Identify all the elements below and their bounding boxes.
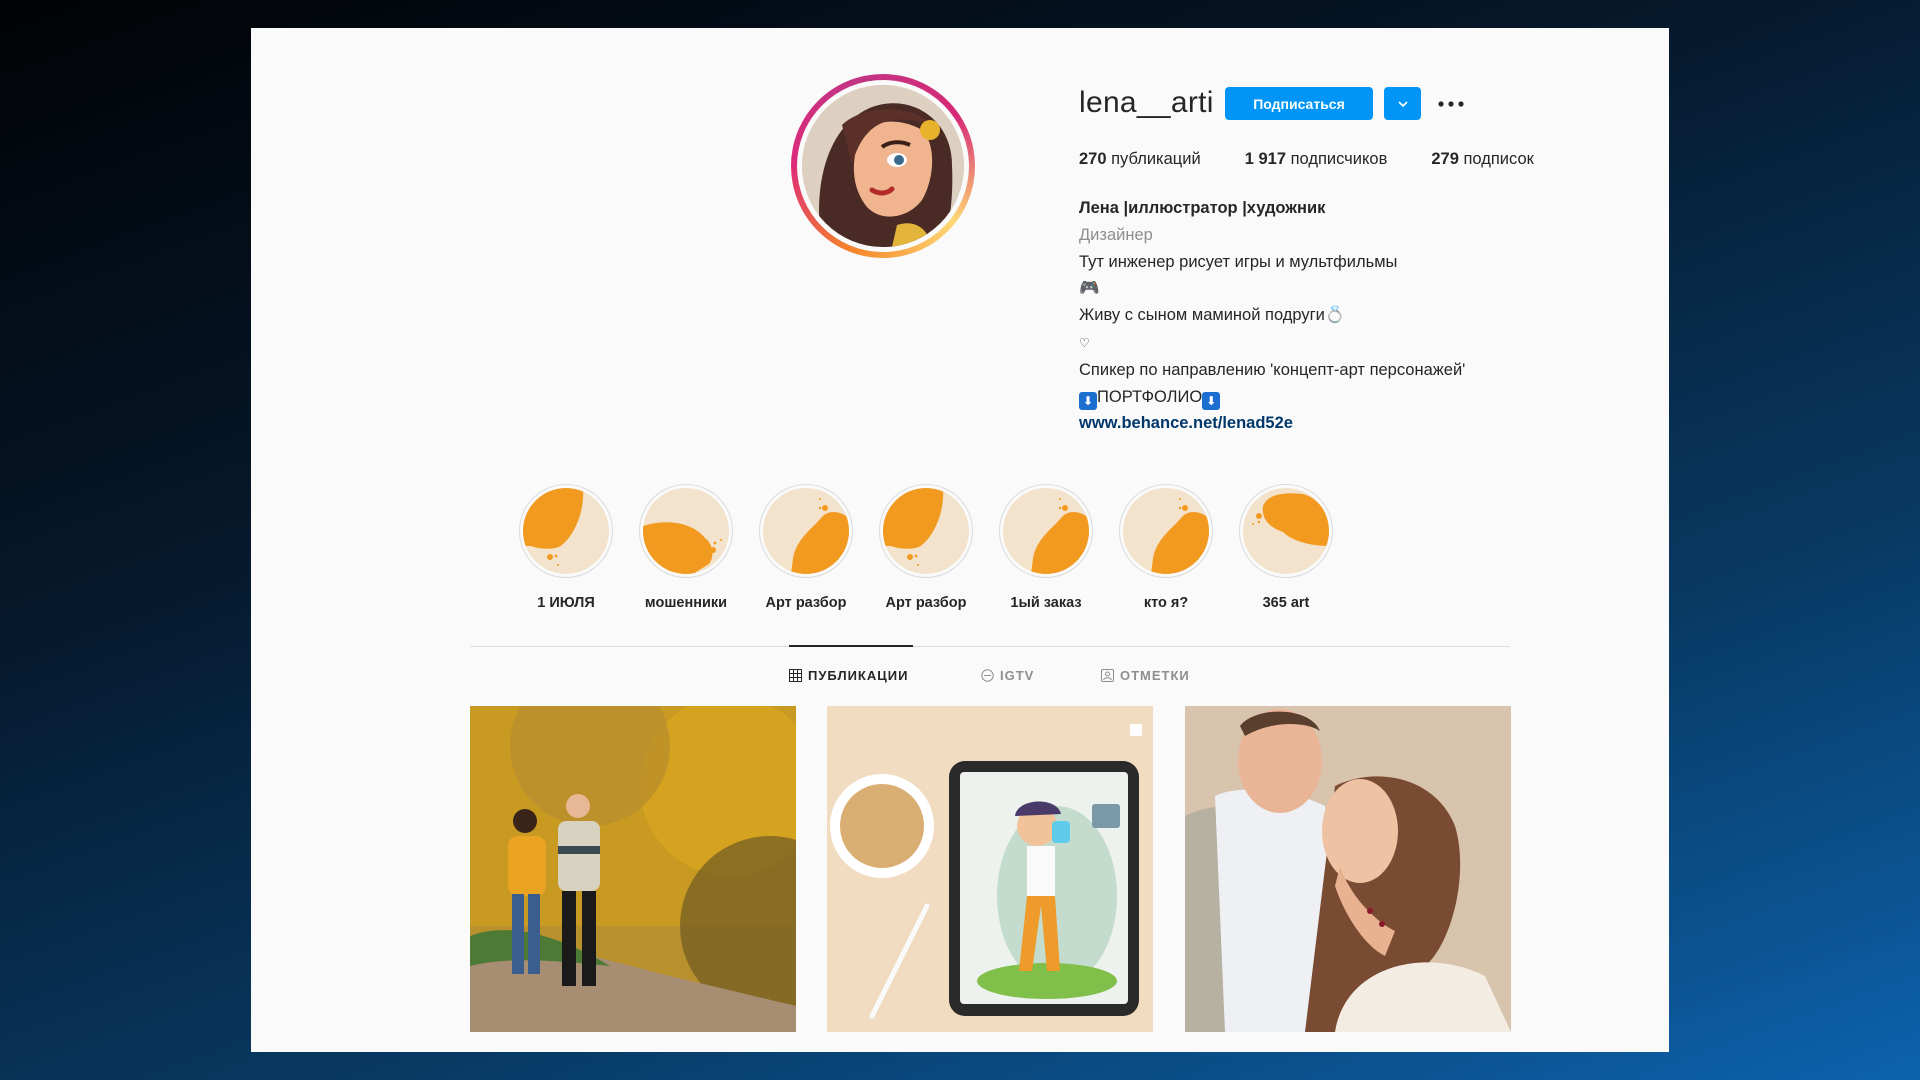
grid-icon — [789, 669, 802, 682]
following-count[interactable]: 279 подписок — [1431, 150, 1533, 169]
highlight-cover — [639, 484, 733, 578]
website-link[interactable]: www.behance.net/lenad52e — [1079, 410, 1465, 437]
more-dots-icon — [1438, 101, 1464, 107]
posts-count: 270 публикаций — [1079, 150, 1201, 168]
profile-bio: Лена |иллюстратор |художник Дизайнер Тут… — [1079, 195, 1465, 437]
tab-posts[interactable]: ПУБЛИКАЦИИ — [789, 668, 908, 683]
post-image — [1185, 706, 1511, 1032]
tab-label: IGTV — [1000, 668, 1035, 683]
profile-stats: 270 публикаций 1 917 подписчиков 279 под… — [1079, 150, 1578, 169]
highlight-cover — [519, 484, 613, 578]
tabs-divider — [470, 646, 1510, 647]
story-highlight[interactable]: Арт разбор — [866, 484, 986, 611]
portfolio-line: ⬇ ПОРТФОЛИО ⬇ — [1079, 384, 1465, 411]
highlight-label: 1ый заказ — [1010, 595, 1082, 611]
suggestions-dropdown-button[interactable] — [1384, 87, 1421, 120]
post-thumbnail[interactable] — [1185, 706, 1511, 1032]
tab-label: ПУБЛИКАЦИИ — [808, 668, 909, 683]
post-image — [470, 706, 796, 1032]
tab-igtv[interactable]: IGTV — [981, 668, 1034, 683]
avatar-image — [802, 85, 964, 247]
highlight-label: Арт разбор — [765, 595, 847, 611]
story-highlight[interactable]: 365 art — [1226, 484, 1346, 611]
heart-icon: ♡ — [1079, 335, 1090, 350]
highlight-cover — [759, 484, 853, 578]
highlight-cover — [879, 484, 973, 578]
bio-line: Тут инженер рисует игры и мультфильмы — [1079, 252, 1398, 271]
highlight-label: 1 ИЮЛЯ — [537, 595, 595, 611]
avatar[interactable] — [791, 74, 975, 258]
highlight-cover — [1119, 484, 1213, 578]
more-options-button[interactable] — [1435, 94, 1467, 114]
post-image — [827, 706, 1153, 1032]
post-thumbnail[interactable] — [827, 706, 1153, 1032]
followers-count[interactable]: 1 917 подписчиков — [1245, 150, 1388, 169]
ring-icon: 💍 — [1324, 306, 1346, 325]
tab-label: ОТМЕТКИ — [1120, 668, 1190, 683]
post-thumbnail[interactable] — [470, 706, 796, 1032]
follow-button[interactable]: Подписаться — [1225, 87, 1373, 120]
full-name: Лена |иллюстратор |художник — [1079, 199, 1326, 217]
highlight-cover — [1239, 484, 1333, 578]
username: lena__arti — [1079, 86, 1214, 119]
profile-panel: lena__arti Подписаться 270 публикаций 1 … — [251, 28, 1669, 1052]
active-tab-indicator — [789, 645, 913, 647]
highlight-label: мошенники — [644, 595, 728, 611]
story-highlight[interactable]: 1ый заказ — [986, 484, 1106, 611]
gamepad-icon: 🎮 — [1079, 279, 1100, 298]
arrow-down-icon: ⬇ — [1202, 391, 1221, 410]
igtv-icon — [981, 669, 994, 682]
category-label: Дизайнер — [1079, 225, 1153, 244]
highlight-cover-icon — [1003, 488, 1089, 574]
highlight-cover-icon — [763, 488, 849, 574]
tab-tagged[interactable]: ОТМЕТКИ — [1101, 668, 1190, 683]
story-highlight[interactable]: Арт разбор — [746, 484, 866, 611]
highlight-cover — [999, 484, 1093, 578]
arrow-down-icon: ⬇ — [1079, 391, 1097, 410]
highlight-cover-icon — [1243, 488, 1329, 574]
highlight-label: кто я? — [1143, 595, 1189, 611]
highlight-cover-icon — [523, 488, 609, 574]
bio-line: Спикер по направлению 'концепт-арт персо… — [1079, 360, 1466, 379]
highlight-cover-icon — [1123, 488, 1209, 574]
highlight-label: Арт разбор — [885, 595, 967, 611]
highlight-label: 365 art — [1262, 595, 1310, 611]
story-highlight[interactable]: 1 ИЮЛЯ — [506, 484, 626, 611]
story-highlight[interactable]: кто я? — [1106, 484, 1226, 611]
story-highlight[interactable]: мошенники — [626, 484, 746, 611]
chevron-down-icon — [1397, 100, 1408, 107]
highlight-cover-icon — [643, 488, 729, 574]
highlight-cover-icon — [883, 488, 969, 574]
bio-line: Живу с сыном маминой подруги💍 — [1079, 306, 1346, 325]
tagged-icon — [1101, 669, 1114, 682]
